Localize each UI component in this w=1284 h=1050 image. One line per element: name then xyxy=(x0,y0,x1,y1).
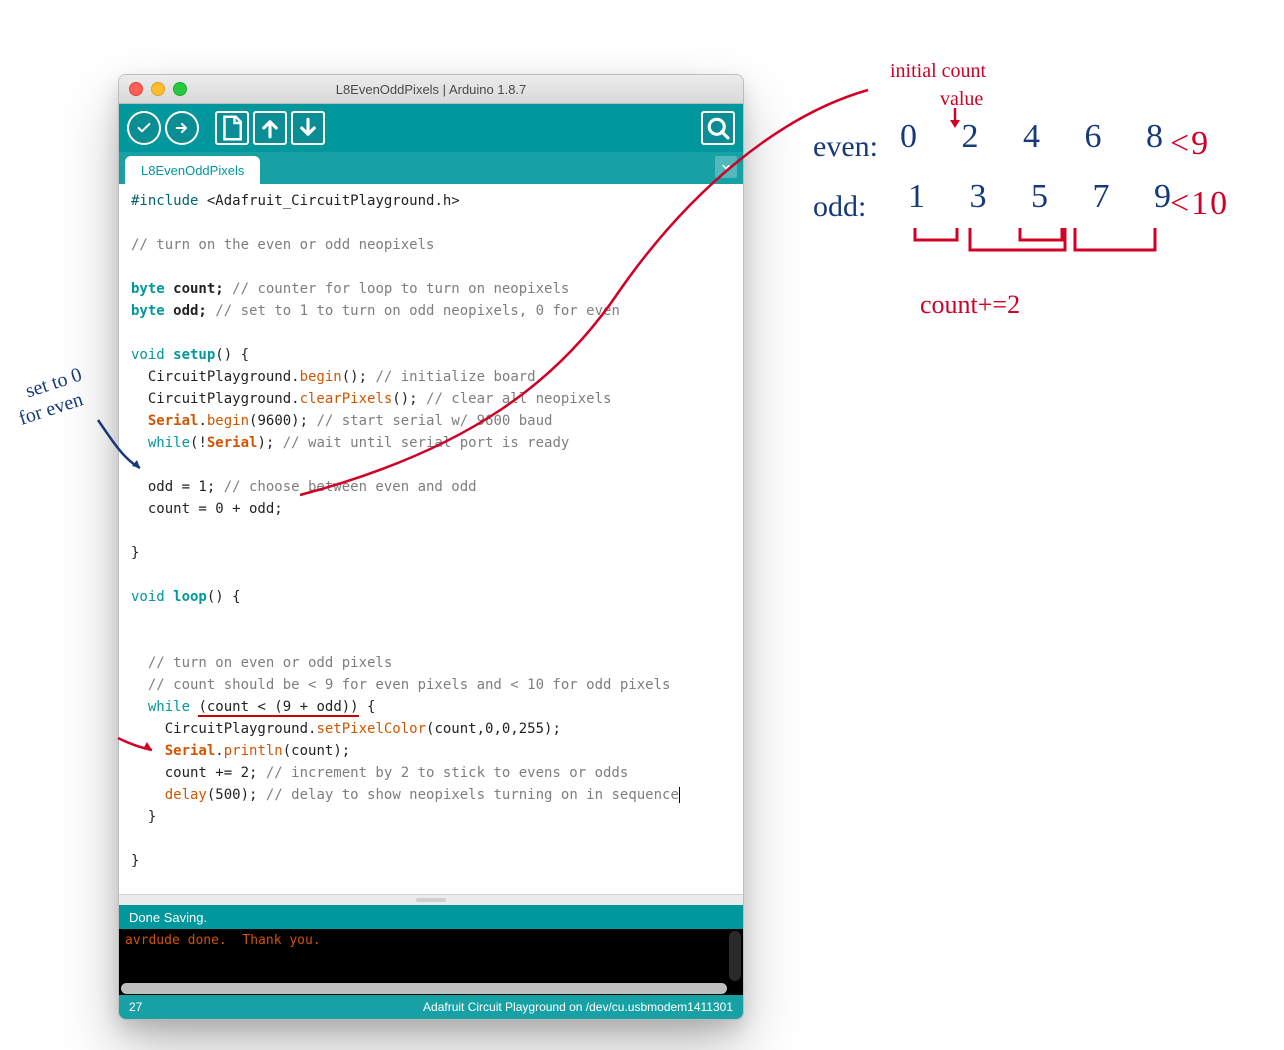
annotation-odd-cond: <10 xyxy=(1170,185,1229,223)
open-button[interactable] xyxy=(253,111,287,145)
console-line: avrdude done. Thank you. xyxy=(125,933,321,948)
pane-resize-handle[interactable] xyxy=(119,894,743,905)
upload-button[interactable] xyxy=(165,111,199,145)
annotation-odd-label: odd: xyxy=(813,190,866,224)
annotation-even-cond: <9 xyxy=(1170,125,1210,163)
titlebar[interactable]: L8EvenOddPixels | Arduino 1.8.7 xyxy=(119,75,743,104)
annotation-odd-nums: 1 3 5 7 9 xyxy=(908,178,1189,216)
tab-menu-button[interactable] xyxy=(715,156,737,178)
annotation-initial: initial count xyxy=(890,60,986,83)
save-button[interactable] xyxy=(291,111,325,145)
arduino-ide-window: L8EvenOddPixels | Arduino 1.8.7 xyxy=(118,74,744,1020)
tab-bar: L8EvenOddPixels xyxy=(119,152,743,184)
console-output[interactable]: avrdude done. Thank you. xyxy=(119,929,743,995)
serial-monitor-button[interactable] xyxy=(701,111,735,145)
verify-button[interactable] xyxy=(127,111,161,145)
status-bar: Done Saving. xyxy=(119,905,743,929)
status-text: Done Saving. xyxy=(129,910,207,925)
console-vscrollbar[interactable] xyxy=(729,931,741,981)
line-number: 27 xyxy=(129,1000,142,1014)
tab-label: L8EvenOddPixels xyxy=(141,163,244,178)
annotation-increment: count+=2 xyxy=(920,290,1020,320)
window-title: L8EvenOddPixels | Arduino 1.8.7 xyxy=(119,82,743,97)
console-hscrollbar[interactable] xyxy=(121,983,727,994)
annotation-even-label: even: xyxy=(813,130,878,164)
board-port: Adafruit Circuit Playground on /dev/cu.u… xyxy=(423,1000,733,1014)
code-editor[interactable]: #include <Adafruit_CircuitPlayground.h> … xyxy=(119,184,743,894)
toolbar xyxy=(119,104,743,152)
new-button[interactable] xyxy=(215,111,249,145)
annotation-even-nums: 0 2 4 6 8 xyxy=(900,118,1181,156)
annotation-value: value xyxy=(940,88,983,111)
footer-bar: 27 Adafruit Circuit Playground on /dev/c… xyxy=(119,995,743,1019)
text-cursor xyxy=(679,787,680,803)
tab-sketch[interactable]: L8EvenOddPixels xyxy=(125,156,260,184)
